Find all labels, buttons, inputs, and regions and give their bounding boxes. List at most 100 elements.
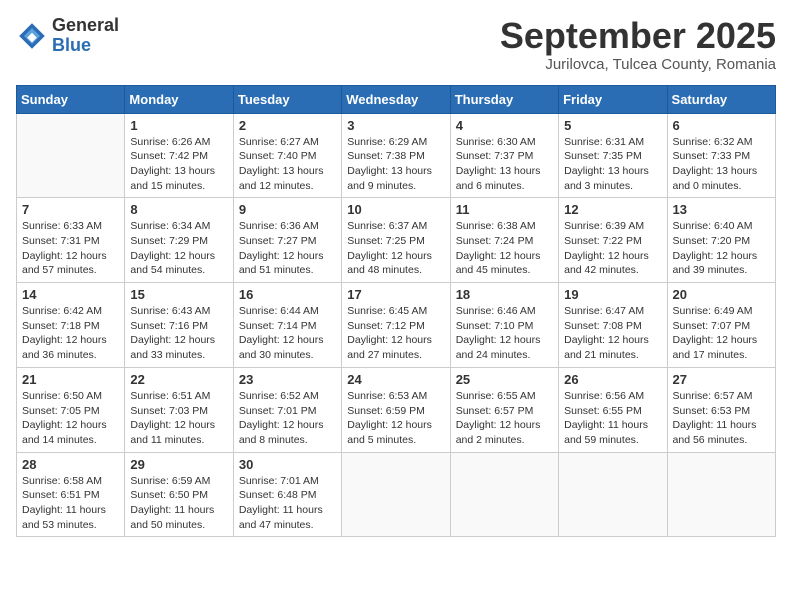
day-header-monday: Monday — [125, 85, 233, 113]
calendar-table: SundayMondayTuesdayWednesdayThursdayFrid… — [16, 85, 776, 538]
day-number: 6 — [673, 118, 770, 133]
calendar-week-2: 7 Sunrise: 6:33 AMSunset: 7:31 PMDaylight… — [17, 198, 776, 283]
calendar-cell — [559, 452, 667, 537]
page-header: General Blue September 2025 Jurilovca, T… — [16, 16, 776, 73]
day-info: Sunrise: 6:32 AMSunset: 7:33 PMDaylight:… — [673, 135, 770, 194]
calendar-cell: 30Sunrise: 7:01 AMSunset: 6:48 PMDayligh… — [233, 452, 341, 537]
calendar-cell: 20Sunrise: 6:49 AMSunset: 7:07 PMDayligh… — [667, 283, 775, 368]
logo-blue: Blue — [52, 36, 119, 56]
day-number: 17 — [347, 287, 444, 302]
calendar-cell: 29 Sunrise: 6:59 AMSunset: 6:50 PMDayligh… — [125, 452, 233, 537]
day-header-thursday: Thursday — [450, 85, 558, 113]
day-info: Sunrise: 6:46 AMSunset: 7:10 PMDaylight:… — [456, 304, 553, 363]
calendar-cell: 27 Sunrise: 6:57 AMSunset: 6:53 PMDayligh… — [667, 367, 775, 452]
logo-general: General — [52, 16, 119, 36]
day-number: 10 — [347, 202, 444, 217]
calendar-week-1: 1 Sunrise: 6:26 AMSunset: 7:42 PMDaylight… — [17, 113, 776, 198]
day-number: 13 — [673, 202, 770, 217]
day-info: Sunrise: 6:58 AMSunset: 6:51 PMDaylight:… — [22, 474, 119, 533]
day-number: 26 — [564, 372, 661, 387]
day-info: Sunrise: 6:40 AMSunset: 7:20 PMDaylight:… — [673, 219, 770, 278]
day-info: Sunrise: 6:31 AMSunset: 7:35 PMDaylight:… — [564, 135, 661, 194]
day-number: 1 — [130, 118, 227, 133]
calendar-cell: 3 Sunrise: 6:29 AMSunset: 7:38 PMDaylight… — [342, 113, 450, 198]
day-number: 15 — [130, 287, 227, 302]
day-number: 18 — [456, 287, 553, 302]
day-number: 16 — [239, 287, 336, 302]
day-header-saturday: Saturday — [667, 85, 775, 113]
calendar-cell: 28 Sunrise: 6:58 AMSunset: 6:51 PMDayligh… — [17, 452, 125, 537]
day-number: 3 — [347, 118, 444, 133]
day-info: Sunrise: 6:50 AMSunset: 7:05 PMDaylight:… — [22, 389, 119, 448]
day-info: Sunrise: 6:52 AMSunset: 7:01 PMDaylight:… — [239, 389, 336, 448]
day-header-sunday: Sunday — [17, 85, 125, 113]
day-number: 28 — [22, 457, 119, 472]
day-info: Sunrise: 6:39 AMSunset: 7:22 PMDaylight:… — [564, 219, 661, 278]
day-header-friday: Friday — [559, 85, 667, 113]
day-number: 7 — [22, 202, 119, 217]
day-info: Sunrise: 6:59 AMSunset: 6:50 PMDaylight:… — [130, 474, 227, 533]
day-number: 11 — [456, 202, 553, 217]
calendar-cell: 16Sunrise: 6:44 AMSunset: 7:14 PMDayligh… — [233, 283, 341, 368]
calendar-cell: 26 Sunrise: 6:56 AMSunset: 6:55 PMDayligh… — [559, 367, 667, 452]
calendar-cell — [450, 452, 558, 537]
calendar-cell: 22 Sunrise: 6:51 AMSunset: 7:03 PMDayligh… — [125, 367, 233, 452]
day-number: 19 — [564, 287, 661, 302]
month-title: September 2025 — [500, 16, 776, 56]
day-info: Sunrise: 6:56 AMSunset: 6:55 PMDaylight:… — [564, 389, 661, 448]
day-info: Sunrise: 6:57 AMSunset: 6:53 PMDaylight:… — [673, 389, 770, 448]
calendar-cell — [342, 452, 450, 537]
calendar-week-3: 14 Sunrise: 6:42 AMSunset: 7:18 PMDayligh… — [17, 283, 776, 368]
logo-icon — [16, 20, 48, 52]
calendar-cell: 7 Sunrise: 6:33 AMSunset: 7:31 PMDaylight… — [17, 198, 125, 283]
day-info: Sunrise: 6:30 AMSunset: 7:37 PMDaylight:… — [456, 135, 553, 194]
calendar-cell: 12 Sunrise: 6:39 AMSunset: 7:22 PMDayligh… — [559, 198, 667, 283]
calendar-header-row: SundayMondayTuesdayWednesdayThursdayFrid… — [17, 85, 776, 113]
day-info: Sunrise: 6:47 AMSunset: 7:08 PMDaylight:… — [564, 304, 661, 363]
calendar-cell: 5 Sunrise: 6:31 AMSunset: 7:35 PMDaylight… — [559, 113, 667, 198]
calendar-cell: 21Sunrise: 6:50 AMSunset: 7:05 PMDayligh… — [17, 367, 125, 452]
day-info: Sunrise: 6:38 AMSunset: 7:24 PMDaylight:… — [456, 219, 553, 278]
day-info: Sunrise: 6:27 AMSunset: 7:40 PMDaylight:… — [239, 135, 336, 194]
day-number: 8 — [130, 202, 227, 217]
calendar-cell: 13 Sunrise: 6:40 AMSunset: 7:20 PMDayligh… — [667, 198, 775, 283]
day-info: Sunrise: 6:51 AMSunset: 7:03 PMDaylight:… — [130, 389, 227, 448]
day-number: 4 — [456, 118, 553, 133]
calendar-cell: 4 Sunrise: 6:30 AMSunset: 7:37 PMDaylight… — [450, 113, 558, 198]
calendar-cell: 19 Sunrise: 6:47 AMSunset: 7:08 PMDayligh… — [559, 283, 667, 368]
calendar-cell: 14 Sunrise: 6:42 AMSunset: 7:18 PMDayligh… — [17, 283, 125, 368]
day-header-tuesday: Tuesday — [233, 85, 341, 113]
calendar-cell: 8 Sunrise: 6:34 AMSunset: 7:29 PMDaylight… — [125, 198, 233, 283]
day-info: Sunrise: 6:29 AMSunset: 7:38 PMDaylight:… — [347, 135, 444, 194]
day-header-wednesday: Wednesday — [342, 85, 450, 113]
day-number: 9 — [239, 202, 336, 217]
day-number: 24 — [347, 372, 444, 387]
day-number: 5 — [564, 118, 661, 133]
day-info: Sunrise: 6:45 AMSunset: 7:12 PMDaylight:… — [347, 304, 444, 363]
day-number: 22 — [130, 372, 227, 387]
logo: General Blue — [16, 16, 119, 56]
day-number: 27 — [673, 372, 770, 387]
calendar-cell: 2Sunrise: 6:27 AMSunset: 7:40 PMDaylight… — [233, 113, 341, 198]
day-number: 14 — [22, 287, 119, 302]
day-info: Sunrise: 6:42 AMSunset: 7:18 PMDaylight:… — [22, 304, 119, 363]
calendar-cell — [17, 113, 125, 198]
day-info: Sunrise: 6:49 AMSunset: 7:07 PMDaylight:… — [673, 304, 770, 363]
location-subtitle: Jurilovca, Tulcea County, Romania — [500, 56, 776, 73]
calendar-cell: 24Sunrise: 6:53 AMSunset: 6:59 PMDayligh… — [342, 367, 450, 452]
calendar-cell: 17 Sunrise: 6:45 AMSunset: 7:12 PMDayligh… — [342, 283, 450, 368]
day-number: 25 — [456, 372, 553, 387]
day-number: 29 — [130, 457, 227, 472]
day-info: Sunrise: 6:33 AMSunset: 7:31 PMDaylight:… — [22, 219, 119, 278]
day-number: 12 — [564, 202, 661, 217]
day-info: Sunrise: 6:26 AMSunset: 7:42 PMDaylight:… — [130, 135, 227, 194]
day-info: Sunrise: 6:37 AMSunset: 7:25 PMDaylight:… — [347, 219, 444, 278]
day-info: Sunrise: 6:43 AMSunset: 7:16 PMDaylight:… — [130, 304, 227, 363]
day-info: Sunrise: 6:55 AMSunset: 6:57 PMDaylight:… — [456, 389, 553, 448]
calendar-cell — [667, 452, 775, 537]
calendar-cell: 18 Sunrise: 6:46 AMSunset: 7:10 PMDayligh… — [450, 283, 558, 368]
day-info: Sunrise: 6:34 AMSunset: 7:29 PMDaylight:… — [130, 219, 227, 278]
calendar-cell: 23Sunrise: 6:52 AMSunset: 7:01 PMDayligh… — [233, 367, 341, 452]
calendar-cell: 10 Sunrise: 6:37 AMSunset: 7:25 PMDayligh… — [342, 198, 450, 283]
calendar-week-5: 28 Sunrise: 6:58 AMSunset: 6:51 PMDayligh… — [17, 452, 776, 537]
